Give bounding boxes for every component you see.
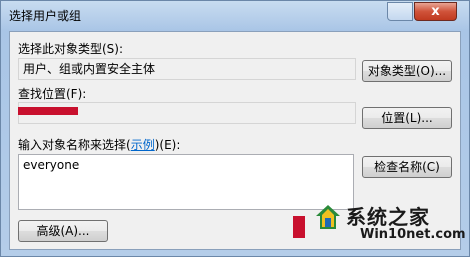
location-label: 查找位置(F): (18, 87, 87, 101)
house-logo-icon (316, 205, 340, 229)
object-type-field: 用户、组或内置安全主体 (18, 58, 356, 80)
object-names-label: 输入对象名称来选择(示例)(E): (18, 138, 181, 152)
advanced-button[interactable]: 高级(A)... (18, 220, 108, 242)
window-title: 选择用户或组 (9, 9, 82, 23)
object-type-label: 选择此对象类型(S): (18, 42, 124, 56)
dialog-body: 选择此对象类型(S): 用户、组或内置安全主体 对象类型(O)... 查找位置(… (9, 31, 466, 250)
close-icon: x (431, 4, 440, 19)
examples-link[interactable]: 示例 (131, 138, 155, 152)
object-names-value: everyone (23, 158, 80, 172)
check-names-button[interactable]: 检查名称(C) (362, 156, 452, 178)
watermark-site: Win10net.com (360, 227, 466, 242)
select-users-groups-dialog: 选择用户或组 x 选择此对象类型(S): 用户、组或内置安全主体 对象类型(O)… (0, 0, 470, 257)
redacted-location-value (18, 107, 78, 115)
title-bar[interactable]: 选择用户或组 x (1, 1, 469, 29)
watermark: 系统之家 Win10net.com (300, 197, 466, 249)
help-button[interactable] (387, 2, 413, 21)
object-types-button[interactable]: 对象类型(O)... (362, 60, 452, 82)
locations-button[interactable]: 位置(L)... (362, 107, 452, 129)
watermark-brand: 系统之家 (346, 205, 430, 229)
close-button[interactable]: x (414, 2, 457, 21)
object-type-value: 用户、组或内置安全主体 (23, 62, 156, 76)
